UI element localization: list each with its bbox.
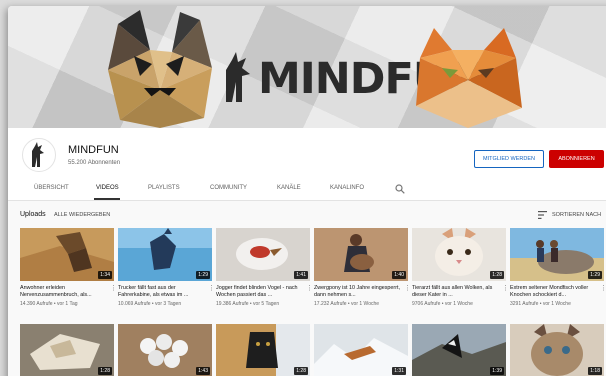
video-duration: 1:28 [294,367,308,375]
sort-icon[interactable] [538,211,547,219]
video-card[interactable]: 1:34 Anwohner erleiden Nervenzusammenbru… [20,228,117,307]
video-duration: 1:28 [98,367,112,375]
video-card[interactable]: 1:18 [510,324,604,376]
video-card[interactable]: 1:28 Tierarzt fällt aus allen Wolken, al… [412,228,509,307]
subscribe-button[interactable]: ABONNIEREN [549,150,604,168]
join-button[interactable]: MITGLIED WERDEN [474,150,544,168]
tab-community[interactable]: COMMUNITY [210,185,247,191]
video-duration: 1:39 [490,367,504,375]
video-thumbnail[interactable]: 1:43 [118,324,212,376]
channel-banner: MINDFUN [8,6,606,128]
video-thumbnail[interactable]: 1:28 [412,228,506,281]
video-thumbnail[interactable]: 1:29 [118,228,212,281]
video-thumbnail[interactable]: 1:28 [20,324,114,376]
video-duration: 1:29 [588,271,602,279]
video-thumbnail[interactable]: 1:41 [216,228,310,281]
video-meta: 17.232 Aufrufe • vor 1 Woche [314,301,380,307]
video-meta: 3291 Aufrufe • vor 1 Woche [510,301,571,307]
channel-name: MINDFUN [68,144,119,156]
video-meta: 10.069 Aufrufe • vor 3 Tagen [118,301,182,307]
video-duration: 1:18 [588,367,602,375]
video-duration: 1:29 [196,271,210,279]
video-meta: 9706 Aufrufe • vor 1 Woche [412,301,473,307]
dog-logo-icon [226,52,250,102]
video-thumbnail[interactable]: 1:34 [20,228,114,281]
video-title[interactable]: Extrem seltener Mondfisch voller Knochen… [510,285,596,299]
video-card[interactable]: 1:29 Trucker fällt fast aus der Fahrerka… [118,228,215,307]
more-vertical-icon[interactable]: ⋮ [502,285,509,292]
video-card[interactable]: 1:41 Jogger findet blinden Vogel - nach … [216,228,313,307]
tab-playlists[interactable]: PLAYLISTS [148,185,180,191]
video-duration: 1:28 [490,271,504,279]
video-card[interactable]: 1:39 [412,324,506,376]
video-card[interactable]: 1:40 Zwergpony ist 10 Jahre eingesperrt,… [314,228,411,307]
video-thumbnail[interactable]: 1:29 [510,228,604,281]
video-title[interactable]: Trucker fällt fast aus der Fahrerkabine,… [118,285,204,299]
more-vertical-icon[interactable]: ⋮ [306,285,313,292]
video-duration: 1:31 [392,367,406,375]
tab-videos[interactable]: VIDEOS [96,185,119,191]
video-meta: 14.390 Aufrufe • vor 1 Tag [20,301,78,307]
more-vertical-icon[interactable]: ⋮ [208,285,215,292]
video-thumbnail[interactable]: 1:40 [314,228,408,281]
channel-avatar[interactable] [22,138,56,172]
dog-illustration [108,10,212,128]
video-title[interactable]: Zwergpony ist 10 Jahre eingesperrt, dann… [314,285,400,299]
video-duration: 1:43 [196,367,210,375]
video-card[interactable]: 1:28 [20,324,114,376]
video-thumbnail[interactable]: 1:18 [510,324,604,376]
youtube-channel-page: MINDFUN MINDFUN 55.200 Abonnenten MITGLI… [8,6,606,376]
tab-channels[interactable]: KANÄLE [277,185,301,191]
video-meta: 19.386 Aufrufe • vor 5 Tagen [216,301,280,307]
header-divider [8,200,606,201]
video-duration: 1:40 [392,271,406,279]
video-card[interactable]: 1:28 [216,324,310,376]
video-card[interactable]: 1:29 Extrem seltener Mondfisch voller Kn… [510,228,606,307]
dog-logo-icon [32,142,44,167]
uploads-bar: Uploads ALLE WIEDERGEBEN SORTIEREN NACH [8,202,606,228]
sort-button[interactable]: SORTIEREN NACH [552,212,601,218]
channel-header: MINDFUN 55.200 Abonnenten MITGLIED WERDE… [8,128,606,200]
uploads-heading: Uploads [20,211,46,218]
video-card[interactable]: 1:31 [314,324,408,376]
video-thumbnail[interactable]: 1:28 [216,324,310,376]
video-title[interactable]: Anwohner erleiden Nervenzusammenbruch, a… [20,285,106,299]
tab-about[interactable]: KANALINFO [330,185,364,191]
video-duration: 1:34 [98,271,112,279]
tab-overview[interactable]: ÜBERSICHT [34,185,69,191]
channel-tabs: ÜBERSICHT VIDEOS PLAYLISTS COMMUNITY KAN… [8,178,606,200]
play-all-button[interactable]: ALLE WIEDERGEBEN [54,212,110,218]
cat-illustration [416,28,522,128]
more-vertical-icon[interactable]: ⋮ [110,285,117,292]
video-thumbnail[interactable]: 1:39 [412,324,506,376]
more-vertical-icon[interactable]: ⋮ [404,285,411,292]
video-title[interactable]: Tierarzt fällt aus allen Wolken, als die… [412,285,498,299]
video-title[interactable]: Jogger findet blinden Vogel - nach Woche… [216,285,302,299]
video-card[interactable]: 1:43 [118,324,212,376]
video-thumbnail[interactable]: 1:31 [314,324,408,376]
more-vertical-icon[interactable]: ⋮ [600,285,606,292]
subscriber-count: 55.200 Abonnenten [68,160,121,166]
search-icon[interactable] [395,184,405,194]
video-duration: 1:41 [294,271,308,279]
